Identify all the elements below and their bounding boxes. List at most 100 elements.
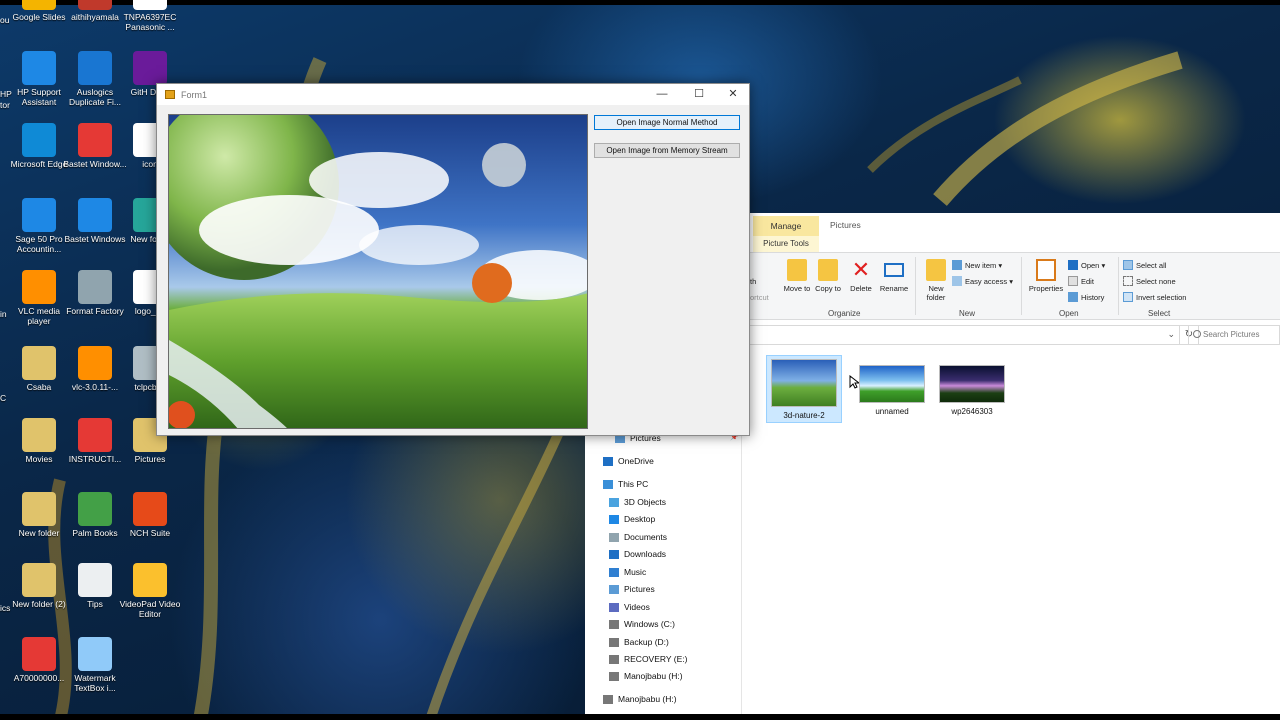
nav-item[interactable]: RECOVERY (E:)	[609, 654, 687, 664]
app-icon	[22, 637, 56, 671]
nav-item[interactable]: Pictures	[609, 584, 655, 594]
app-icon	[78, 346, 112, 380]
desktop-icon-item[interactable]: NCH Suite	[117, 492, 183, 538]
nav-item-label: Videos	[624, 602, 650, 612]
select-none-button[interactable]: Select none	[1123, 276, 1176, 286]
nav-item[interactable]: Desktop	[609, 514, 655, 524]
nav-item[interactable]: Manojbabu (H:)	[609, 671, 683, 681]
address-bar[interactable]: ⌄	[750, 325, 1180, 345]
select-none-icon	[1123, 276, 1133, 286]
copy-to-button[interactable]: Copy to	[811, 259, 845, 293]
open-image-normal-button[interactable]: Open Image Normal Method	[594, 115, 740, 130]
app-icon	[78, 270, 112, 304]
drive-icon	[609, 637, 619, 647]
drive-icon	[609, 671, 619, 681]
nav-item[interactable]: OneDrive	[603, 456, 654, 466]
easy-access-icon	[952, 276, 962, 286]
new-group-label: New	[959, 309, 976, 318]
edge-label: HP	[0, 89, 12, 99]
app-icon	[22, 123, 56, 157]
nav-item[interactable]: Documents	[609, 532, 667, 542]
tab-pictures[interactable]: Pictures	[830, 220, 861, 230]
properties-icon	[1036, 259, 1056, 281]
ribbon-separator	[1118, 257, 1119, 315]
new-folder-button[interactable]: New folder	[919, 259, 953, 302]
close-button[interactable]: ✕	[726, 87, 740, 101]
ribbon: th ortcut Move to Copy to ✕ Delete Renam…	[750, 252, 1280, 320]
rename-icon	[884, 263, 904, 277]
ribbon-tabs: Manage Picture Tools Pictures	[750, 213, 1280, 252]
music-icon	[609, 567, 619, 577]
app-icon	[133, 563, 167, 597]
nav-item-label: Documents	[624, 532, 667, 542]
tab-manage[interactable]: Manage	[753, 216, 819, 236]
new-item-button[interactable]: New item ▾	[952, 260, 1002, 270]
ribbon-separator	[915, 257, 916, 315]
app-icon	[78, 198, 112, 232]
drive-icon	[609, 619, 619, 629]
nav-item[interactable]: Music	[609, 567, 646, 577]
documents-icon	[609, 532, 619, 542]
select-all-button[interactable]: Select all	[1123, 260, 1166, 270]
app-icon	[78, 637, 112, 671]
nav-item[interactable]: Manojbabu (H:)	[603, 694, 677, 704]
desktop-icon-label: TNPA6397EC Panasonic ...	[123, 12, 177, 32]
new-item-icon	[952, 260, 962, 270]
thumbnail-image	[939, 365, 1005, 403]
nav-item-label: OneDrive	[618, 456, 654, 466]
file-item[interactable]: 3d-nature-2	[766, 355, 842, 423]
top-edge	[0, 0, 1280, 5]
thumbnail-image	[859, 365, 925, 403]
app-icon	[22, 51, 56, 85]
invert-selection-icon	[1123, 292, 1133, 302]
picture-box	[168, 114, 588, 429]
invert-selection-button[interactable]: Invert selection	[1123, 292, 1186, 302]
rename-button[interactable]: Rename	[877, 259, 911, 293]
mouse-cursor-icon	[849, 375, 859, 389]
edit-button[interactable]: Edit	[1068, 276, 1094, 286]
app-icon	[78, 418, 112, 452]
nav-item[interactable]: Backup (D:)	[609, 637, 669, 647]
maximize-button[interactable]: ☐	[692, 87, 706, 101]
delete-button[interactable]: ✕ Delete	[844, 259, 878, 294]
nav-item[interactable]: 3D Objects	[609, 497, 666, 507]
pictures-icon	[609, 584, 619, 594]
edge-label: in	[0, 309, 7, 319]
chevron-down-icon[interactable]: ⌄	[1167, 329, 1175, 340]
search-input[interactable]: Search Pictures	[1188, 325, 1280, 345]
desktop-icon-label: Watermark TextBox i...	[74, 673, 116, 693]
app-icon	[78, 563, 112, 597]
nav-item[interactable]: Downloads	[609, 549, 666, 559]
app-icon	[22, 492, 56, 526]
app-icon	[22, 563, 56, 597]
pc-icon	[603, 479, 613, 489]
navigation-pane: Pictures OneDrive This PC 3D Objects Desktop…	[585, 428, 742, 714]
nav-item-label: Windows (C:)	[624, 619, 676, 629]
address-row: ⌄ ↻ Search Pictures	[750, 323, 1280, 349]
open-image-memory-stream-button[interactable]: Open Image from Memory Stream	[594, 143, 740, 158]
nav-item[interactable]: Videos	[609, 602, 650, 612]
desktop-icon-item[interactable]: Watermark TextBox i...	[62, 637, 128, 693]
app-icon	[133, 0, 167, 10]
form1-titlebar[interactable]: Form1 — ☐ ✕	[157, 84, 749, 105]
nav-item[interactable]: Windows (C:)	[609, 619, 675, 629]
move-to-button[interactable]: Move to	[780, 259, 814, 293]
open-button[interactable]: Open ▾	[1068, 260, 1105, 270]
nav-item-label: This PC	[618, 479, 649, 489]
minimize-button[interactable]: —	[655, 87, 669, 101]
app-icon	[22, 418, 56, 452]
history-button[interactable]: History	[1068, 292, 1104, 302]
nav-item-label: Desktop	[624, 514, 656, 524]
nav-item-label: Pictures	[624, 584, 655, 594]
properties-button[interactable]: Properties	[1026, 259, 1066, 293]
file-item[interactable]: unnamed	[854, 365, 930, 416]
select-all-icon	[1123, 260, 1133, 270]
desktop-icon-label: NCH Suite	[129, 528, 171, 538]
app-icon	[22, 270, 56, 304]
nav-item[interactable]: This PC	[603, 479, 648, 489]
file-item[interactable]: wp2646303	[934, 365, 1010, 416]
loaded-nature-image	[169, 115, 587, 428]
easy-access-button[interactable]: Easy access ▾	[952, 276, 1013, 286]
desktop-icon-item[interactable]: VideoPad Video Editor	[117, 563, 183, 619]
desktop-icon-item[interactable]: TNPA6397EC Panasonic ...	[117, 0, 183, 32]
